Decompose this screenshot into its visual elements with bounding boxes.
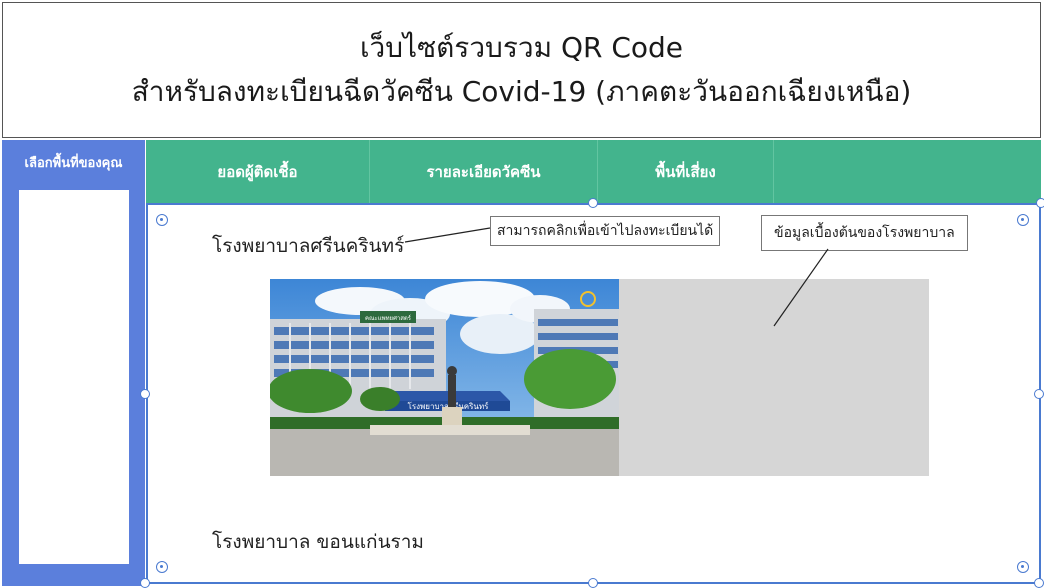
resize-handle-bottom-right[interactable] bbox=[1034, 578, 1044, 588]
hospital-link-srinagarind[interactable]: โรงพยาบาลศรีนครินทร์ bbox=[212, 231, 404, 261]
page-subtitle: สำหรับลงทะเบียนฉีดวัคซีน Covid-19 (ภาคตะ… bbox=[131, 75, 912, 108]
page-title: เว็บไซต์รวบรวม QR Code bbox=[359, 31, 684, 64]
resize-handle-left[interactable] bbox=[140, 389, 150, 399]
hospital-link-khonkaenram[interactable]: โรงพยาบาล ขอนแก่นราม bbox=[212, 527, 424, 557]
svg-text:คณะแพทยศาสตร์: คณะแพทยศาสตร์ bbox=[365, 314, 412, 322]
nav-infected-count[interactable]: ยอดผู้ติดเชื้อ bbox=[146, 140, 370, 203]
resize-handle-right[interactable] bbox=[1034, 389, 1044, 399]
nav-risk-areas[interactable]: พื้นที่เสี่ยง bbox=[598, 140, 774, 203]
area-list[interactable] bbox=[19, 190, 129, 564]
hospital-info-panel bbox=[619, 279, 929, 476]
nav-empty-item[interactable] bbox=[774, 140, 1041, 203]
info-callout: ข้อมูลเบื้องต้นของโรงพยาบาล bbox=[761, 215, 968, 251]
resize-handle-top-right[interactable] bbox=[1036, 198, 1044, 208]
anchor-target-icon[interactable] bbox=[1017, 214, 1029, 226]
anchor-target-icon[interactable] bbox=[156, 561, 168, 573]
anchor-target-icon[interactable] bbox=[156, 214, 168, 226]
sidebar: เลือกพื้นที่ของคุณ bbox=[2, 140, 145, 586]
register-callout: สามารถคลิกเพื่อเข้าไปลงทะเบียนได้ bbox=[490, 216, 721, 246]
resize-handle-bottom[interactable] bbox=[588, 578, 598, 588]
nav-vaccine-details[interactable]: รายละเอียดวัคซีน bbox=[370, 140, 598, 203]
sidebar-label: เลือกพื้นที่ของคุณ bbox=[24, 156, 123, 171]
navbar: ยอดผู้ติดเชื้อ รายละเอียดวัคซีน พื้นที่เ… bbox=[146, 140, 1041, 203]
resize-handle-top[interactable] bbox=[588, 198, 598, 208]
hospital-photo[interactable]: คณะแพทยศาสตร์ โรงพยาบาลศรีนครินทร์ bbox=[270, 279, 619, 476]
page-header: เว็บไซต์รวบรวม QR Code สำหรับลงทะเบียนฉี… bbox=[2, 2, 1041, 138]
resize-handle-bottom-left[interactable] bbox=[140, 578, 150, 588]
anchor-target-icon[interactable] bbox=[1017, 561, 1029, 573]
